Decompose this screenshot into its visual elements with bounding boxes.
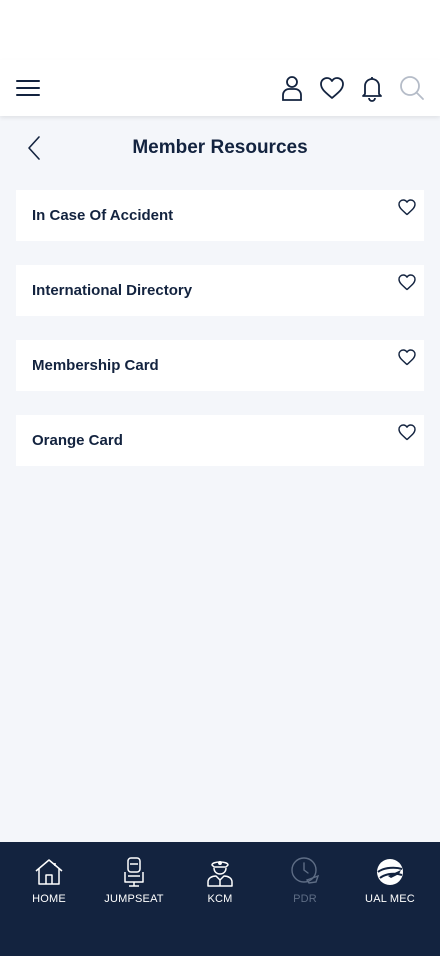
heart-icon[interactable]	[397, 197, 417, 217]
resource-item-orange-card[interactable]: Orange Card	[16, 415, 424, 466]
nav-item-ual-mec[interactable]: UAL MEC	[346, 856, 434, 916]
nav-item-label: JUMPSEAT	[104, 893, 164, 905]
seat-icon	[124, 857, 144, 887]
menu-icon[interactable]	[14, 74, 42, 102]
resource-item-label: International Directory	[32, 282, 193, 299]
home-icon	[35, 859, 63, 885]
resource-item-international-directory[interactable]: International Directory	[16, 265, 424, 316]
nav-item-label: UAL MEC	[365, 893, 415, 905]
resource-item-label: In Case Of Accident	[32, 207, 174, 224]
profile-icon[interactable]	[278, 74, 306, 102]
search-icon[interactable]	[398, 74, 426, 102]
bell-icon[interactable]	[358, 74, 386, 102]
nav-item-label: KCM	[207, 893, 233, 905]
pilot-icon	[207, 861, 233, 887]
nav-item-label: PDR	[293, 893, 317, 905]
resource-item-label: Membership Card	[32, 357, 159, 374]
resource-item-in-case-of-accident[interactable]: In Case Of Accident	[16, 190, 424, 241]
nav-item-kcm[interactable]: KCM	[176, 856, 264, 916]
page-title: Member Resources	[132, 137, 308, 158]
resource-list: In Case Of Accident International Direct…	[16, 190, 424, 490]
favorites-icon[interactable]	[318, 74, 346, 102]
nav-item-jumpseat[interactable]: JUMPSEAT	[90, 856, 178, 916]
bottom-nav: HOME JUMPSEAT KCM PDR UAL MEC	[0, 842, 440, 956]
app-bar	[0, 60, 440, 116]
heart-icon[interactable]	[397, 347, 417, 367]
nav-item-pdr[interactable]: PDR	[261, 856, 349, 916]
resource-item-membership-card[interactable]: Membership Card	[16, 340, 424, 391]
resource-item-label: Orange Card	[32, 432, 123, 449]
page-header: Member Resources	[0, 122, 440, 174]
status-bar	[0, 0, 440, 60]
heart-icon[interactable]	[397, 422, 417, 442]
nav-item-home[interactable]: HOME	[5, 856, 93, 916]
clock-plane-icon	[291, 857, 320, 884]
nav-item-label: HOME	[32, 893, 66, 905]
globe-plane-icon	[377, 859, 403, 885]
heart-icon[interactable]	[397, 272, 417, 292]
